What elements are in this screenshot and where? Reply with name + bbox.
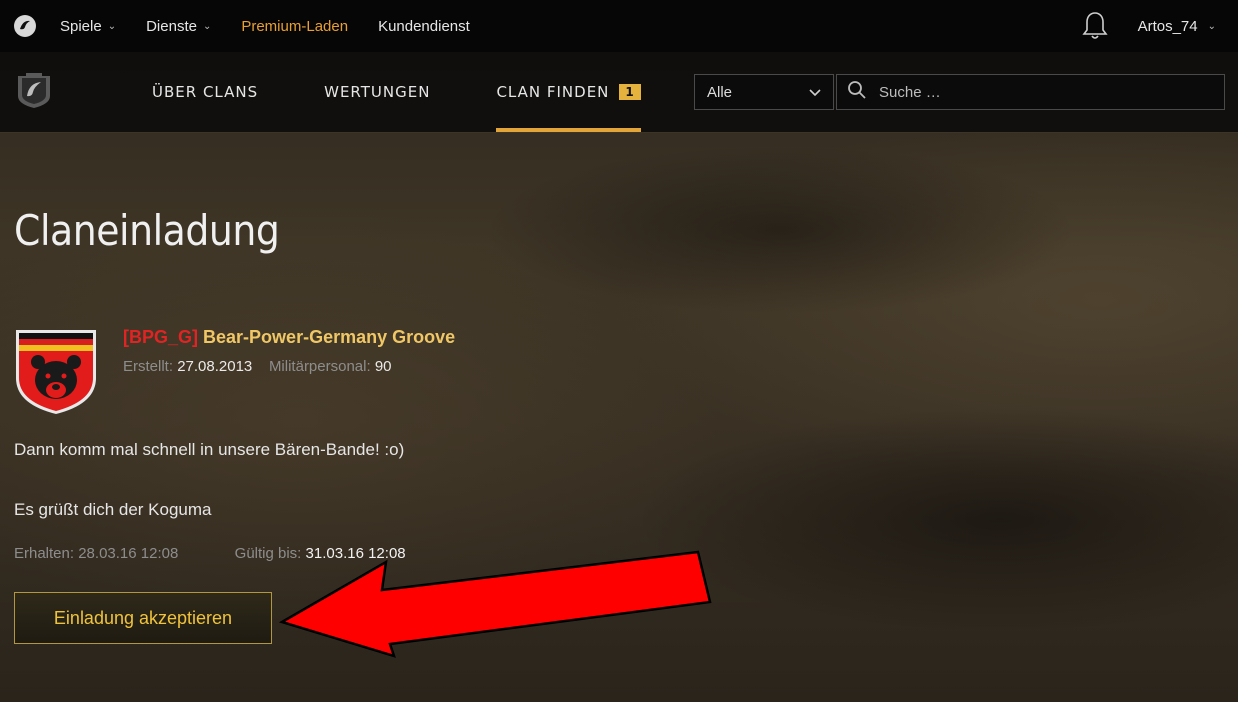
created-label: Erstellt: (123, 358, 174, 375)
nav-spiele[interactable]: Spiele ⌄ (60, 18, 116, 35)
chevron-down-icon (809, 84, 821, 101)
clan-emblem[interactable] (14, 328, 98, 416)
nav-dienste[interactable]: Dienste ⌄ (146, 18, 211, 35)
filter-selected-value: Alle (707, 83, 733, 101)
wargaming-logo-icon[interactable] (14, 15, 36, 37)
nav-spiele-label: Spiele (60, 17, 102, 35)
clan-navigation-bar: ÜBER CLANS WERTUNGEN CLAN FINDEN 1 Alle (0, 52, 1238, 133)
tab-ueber-clans-label: ÜBER CLANS (152, 83, 259, 101)
tab-wertungen[interactable]: WERTUNGEN (324, 52, 430, 132)
search-filter-select[interactable]: Alle (694, 74, 834, 110)
invitation-message-line-1: Dann komm mal schnell in unsere Bären-Ba… (14, 440, 405, 459)
received-label: Erhalten: (14, 545, 75, 562)
clan-tag: [BPG_G] (123, 327, 199, 347)
search-icon (847, 80, 867, 105)
user-menu[interactable]: Artos_74 ⌄ (1138, 18, 1216, 35)
clan-tabs: ÜBER CLANS WERTUNGEN CLAN FINDEN 1 (152, 52, 707, 132)
username: Artos_74 (1137, 17, 1198, 35)
nav-kundendienst[interactable]: Kundendienst (378, 18, 470, 35)
tab-clan-finden-label: CLAN FINDEN (496, 83, 610, 101)
received-value: 28.03.16 12:08 (78, 545, 179, 562)
chevron-down-icon: ⌄ (202, 20, 212, 32)
created-value: 27.08.2013 (177, 358, 253, 375)
top-nav: Spiele ⌄ Dienste ⌄ Premium-Laden Kundend… (60, 18, 500, 35)
red-arrow-annotation (278, 550, 712, 658)
chevron-down-icon: ⌄ (107, 20, 117, 32)
members-value: 90 (374, 358, 392, 375)
nav-kundendienst-label: Kundendienst (378, 17, 470, 35)
tab-ueber-clans[interactable]: ÜBER CLANS (152, 52, 258, 132)
accept-invitation-button[interactable]: Einladung akzeptieren (14, 592, 272, 644)
tab-wertungen-label: WERTUNGEN (324, 83, 431, 101)
notification-count-badge: 1 (619, 84, 641, 100)
search-input[interactable] (877, 82, 1211, 102)
chevron-down-icon: ⌄ (1207, 20, 1216, 32)
clan-full-name: Bear-Power-Germany Groove (203, 327, 456, 347)
page-title: Claneinladung (14, 206, 280, 255)
members-label: Militärpersonal: (268, 358, 371, 375)
clans-logo-icon[interactable] (14, 70, 54, 110)
nav-premium-label: Premium-Laden (241, 17, 349, 35)
top-navigation-bar: Spiele ⌄ Dienste ⌄ Premium-Laden Kundend… (0, 0, 1238, 52)
invitation-message-line-2: Es grüßt dich der Koguma (14, 500, 212, 519)
clan-meta: Erstellt: 27.08.2013 Militärpersonal: 90 (123, 358, 392, 375)
topbar-right: Artos_74 ⌄ (1081, 0, 1216, 52)
search-box (836, 74, 1225, 110)
nav-premium-laden[interactable]: Premium-Laden (241, 18, 348, 35)
nav-dienste-label: Dienste (146, 17, 197, 35)
clan-name[interactable]: [BPG_G] Bear-Power-Germany Groove (123, 327, 455, 348)
tab-clan-finden[interactable]: CLAN FINDEN 1 (496, 52, 642, 132)
bell-notification-icon[interactable] (1081, 11, 1108, 41)
